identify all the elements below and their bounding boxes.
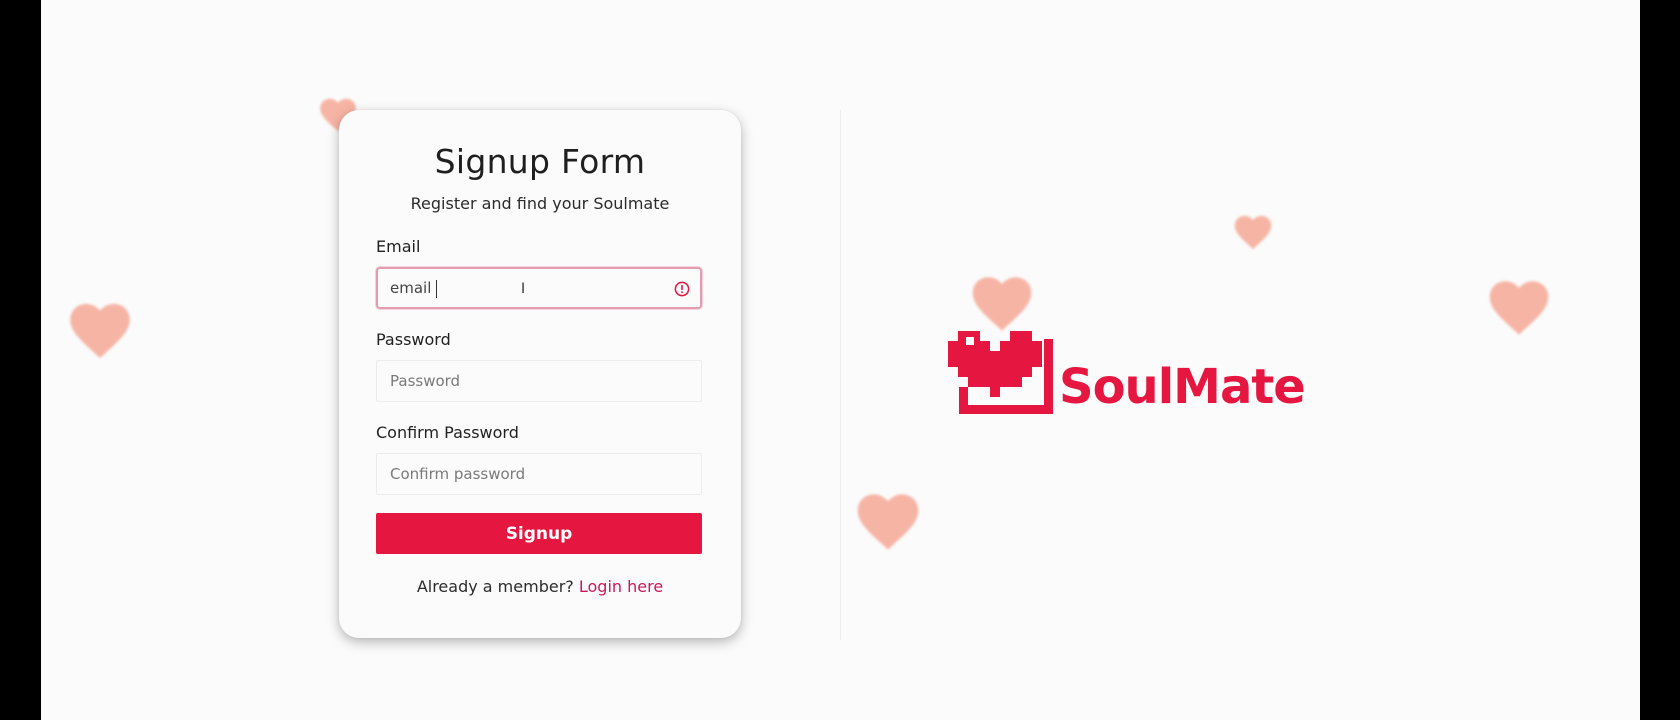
pixel-heart-logo-icon (948, 329, 1053, 415)
soulmate-logo: SoulMate (948, 329, 1378, 419)
heart-icon (1488, 280, 1550, 336)
section-divider (840, 110, 841, 640)
brand-name: SoulMate (1059, 359, 1306, 415)
text-caret (436, 280, 437, 298)
alert-circle-icon (674, 281, 690, 297)
signup-button[interactable]: Signup (376, 513, 702, 554)
confirm-password-field-wrapper (376, 453, 702, 495)
confirm-password-label: Confirm Password (376, 423, 519, 442)
form-subtitle: Register and find your Soulmate (410, 194, 670, 213)
heart-icon (971, 276, 1033, 332)
login-prompt-text: Already a member? (416, 577, 574, 596)
heart-icon (69, 302, 131, 360)
signup-card: Signup Form Register and find your Soulm… (339, 110, 741, 638)
password-field[interactable] (377, 361, 701, 401)
text-cursor-icon: I (521, 281, 526, 297)
page-background: Signup Form Register and find your Soulm… (41, 0, 1640, 720)
form-title: Signup Form (434, 142, 646, 181)
password-label: Password (376, 330, 451, 349)
password-field-wrapper (376, 360, 702, 402)
email-field-wrapper: I (376, 267, 702, 309)
login-prompt: Already a member? Login here (339, 577, 741, 596)
heart-icon (856, 493, 920, 551)
login-link[interactable]: Login here (579, 577, 663, 596)
confirm-password-field[interactable] (377, 454, 701, 494)
heart-icon (1234, 215, 1272, 250)
email-label: Email (376, 237, 421, 256)
email-field[interactable] (378, 269, 700, 307)
